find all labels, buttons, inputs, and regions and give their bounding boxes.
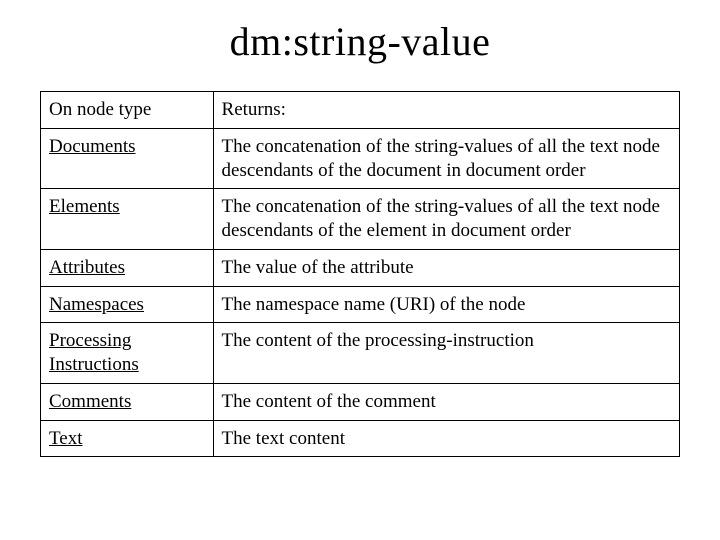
node-type-link-comments[interactable]: Comments <box>49 391 131 412</box>
node-type-link-text[interactable]: Text <box>49 428 83 449</box>
returns-cell: The concatenation of the string-values o… <box>213 189 679 250</box>
returns-cell: The namespace name (URI) of the node <box>213 286 679 323</box>
table-row: Documents The concatenation of the strin… <box>41 128 680 189</box>
returns-cell: The content of the comment <box>213 383 679 420</box>
table-row: Namespaces The namespace name (URI) of t… <box>41 286 680 323</box>
page-title: dm:string-value <box>40 18 680 65</box>
slide: dm:string-value On node type Returns: Do… <box>0 0 720 540</box>
table-row: Elements The concatenation of the string… <box>41 189 680 250</box>
node-type-link-elements[interactable]: Elements <box>49 196 120 217</box>
node-type-link-attributes[interactable]: Attributes <box>49 257 125 278</box>
table-row: Attributes The value of the attribute <box>41 249 680 286</box>
returns-cell: The content of the processing-instructio… <box>213 323 679 384</box>
node-type-link-processing-instructions[interactable]: Processing Instructions <box>49 330 139 375</box>
header-node-type: On node type <box>41 92 214 129</box>
table-row: Processing Instructions The content of t… <box>41 323 680 384</box>
table-row: Text The text content <box>41 420 680 457</box>
table-row: Comments The content of the comment <box>41 383 680 420</box>
returns-cell: The value of the attribute <box>213 249 679 286</box>
node-type-link-namespaces[interactable]: Namespaces <box>49 294 144 315</box>
header-returns: Returns: <box>213 92 679 129</box>
returns-cell: The text content <box>213 420 679 457</box>
string-value-table: On node type Returns: Documents The conc… <box>40 91 680 457</box>
table-header-row: On node type Returns: <box>41 92 680 129</box>
returns-cell: The concatenation of the string-values o… <box>213 128 679 189</box>
node-type-link-documents[interactable]: Documents <box>49 136 136 157</box>
